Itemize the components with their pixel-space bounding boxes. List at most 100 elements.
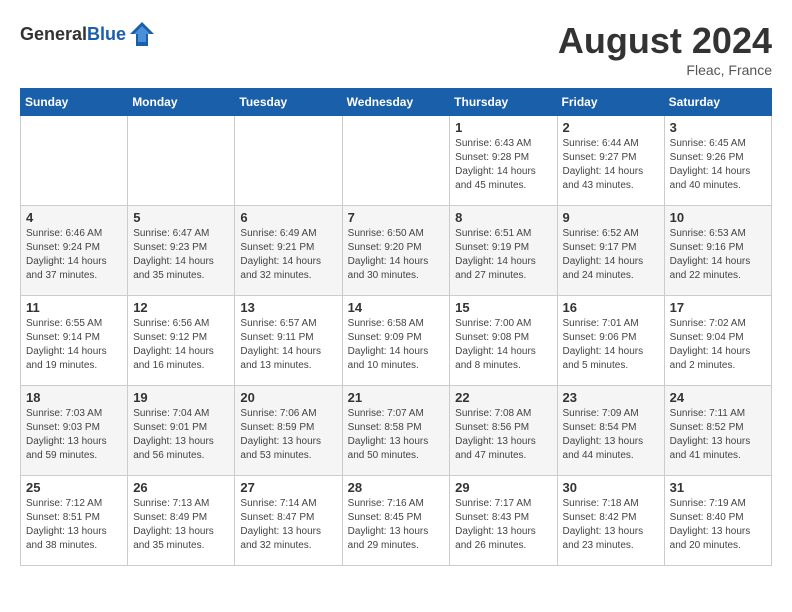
month-year-title: August 2024	[558, 20, 772, 62]
day-info: Sunrise: 7:19 AM Sunset: 8:40 PM Dayligh…	[670, 497, 766, 553]
day-number: 8	[455, 210, 551, 225]
day-number: 14	[348, 300, 445, 315]
table-row	[128, 116, 235, 206]
day-number: 10	[670, 210, 766, 225]
day-number: 30	[563, 480, 659, 495]
page-header: GeneralBlue August 2024 Fleac, France	[20, 20, 772, 78]
table-row: 18 Sunrise: 7:03 AM Sunset: 9:03 PM Dayli…	[21, 386, 128, 476]
day-info: Sunrise: 6:53 AM Sunset: 9:16 PM Dayligh…	[670, 227, 766, 283]
col-tuesday: Tuesday	[235, 89, 342, 116]
table-row: 17Sunrise: 7:02 AM Sunset: 9:04 PM Dayli…	[664, 296, 771, 386]
day-info: Sunrise: 7:04 AM Sunset: 9:01 PM Dayligh…	[133, 407, 229, 463]
table-row: 9 Sunrise: 6:52 AM Sunset: 9:17 PM Daylig…	[557, 206, 664, 296]
day-number: 18	[26, 390, 122, 405]
table-row: 23 Sunrise: 7:09 AM Sunset: 8:54 PM Dayli…	[557, 386, 664, 476]
day-number: 3	[670, 120, 766, 135]
day-number: 23	[563, 390, 659, 405]
day-number: 1	[455, 120, 551, 135]
day-number: 22	[455, 390, 551, 405]
title-area: August 2024 Fleac, France	[558, 20, 772, 78]
day-info: Sunrise: 6:46 AM Sunset: 9:24 PM Dayligh…	[26, 227, 122, 283]
table-row: 16 Sunrise: 7:01 AM Sunset: 9:06 PM Dayli…	[557, 296, 664, 386]
table-row: 2 Sunrise: 6:44 AM Sunset: 9:27 PM Daylig…	[557, 116, 664, 206]
logo: GeneralBlue	[20, 20, 156, 48]
day-info: Sunrise: 7:09 AM Sunset: 8:54 PM Dayligh…	[563, 407, 659, 463]
day-number: 11	[26, 300, 122, 315]
day-info: Sunrise: 7:02 AM Sunset: 9:04 PM Dayligh…	[670, 317, 766, 373]
day-number: 20	[240, 390, 336, 405]
day-number: 7	[348, 210, 445, 225]
table-row: 26 Sunrise: 7:13 AM Sunset: 8:49 PM Dayli…	[128, 476, 235, 566]
table-row: 1 Sunrise: 6:43 AM Sunset: 9:28 PM Daylig…	[450, 116, 557, 206]
calendar-week-2: 4Sunrise: 6:46 AM Sunset: 9:24 PM Daylig…	[21, 206, 772, 296]
table-row: 27Sunrise: 7:14 AM Sunset: 8:47 PM Dayli…	[235, 476, 342, 566]
table-row: 28 Sunrise: 7:16 AM Sunset: 8:45 PM Dayli…	[342, 476, 450, 566]
day-info: Sunrise: 7:12 AM Sunset: 8:51 PM Dayligh…	[26, 497, 122, 553]
day-number: 13	[240, 300, 336, 315]
table-row: 10 Sunrise: 6:53 AM Sunset: 9:16 PM Dayli…	[664, 206, 771, 296]
table-row: 22 Sunrise: 7:08 AM Sunset: 8:56 PM Dayli…	[450, 386, 557, 476]
day-info: Sunrise: 6:44 AM Sunset: 9:27 PM Dayligh…	[563, 137, 659, 193]
table-row: 30 Sunrise: 7:18 AM Sunset: 8:42 PM Dayli…	[557, 476, 664, 566]
table-row: 15Sunrise: 7:00 AM Sunset: 9:08 PM Dayli…	[450, 296, 557, 386]
day-info: Sunrise: 7:18 AM Sunset: 8:42 PM Dayligh…	[563, 497, 659, 553]
location-subtitle: Fleac, France	[558, 62, 772, 78]
table-row	[21, 116, 128, 206]
day-number: 29	[455, 480, 551, 495]
day-info: Sunrise: 7:08 AM Sunset: 8:56 PM Dayligh…	[455, 407, 551, 463]
logo-general-text: GeneralBlue	[20, 24, 126, 45]
calendar-week-3: 11 Sunrise: 6:55 AM Sunset: 9:14 PM Dayli…	[21, 296, 772, 386]
table-row: 13 Sunrise: 6:57 AM Sunset: 9:11 PM Dayli…	[235, 296, 342, 386]
table-row	[235, 116, 342, 206]
table-row: 3 Sunrise: 6:45 AM Sunset: 9:26 PM Daylig…	[664, 116, 771, 206]
table-row: 31 Sunrise: 7:19 AM Sunset: 8:40 PM Dayli…	[664, 476, 771, 566]
day-info: Sunrise: 6:49 AM Sunset: 9:21 PM Dayligh…	[240, 227, 336, 283]
day-number: 31	[670, 480, 766, 495]
day-info: Sunrise: 7:07 AM Sunset: 8:58 PM Dayligh…	[348, 407, 445, 463]
day-info: Sunrise: 6:56 AM Sunset: 9:12 PM Dayligh…	[133, 317, 229, 373]
table-row: 11 Sunrise: 6:55 AM Sunset: 9:14 PM Dayli…	[21, 296, 128, 386]
table-row: 4Sunrise: 6:46 AM Sunset: 9:24 PM Daylig…	[21, 206, 128, 296]
day-number: 9	[563, 210, 659, 225]
day-info: Sunrise: 7:14 AM Sunset: 8:47 PM Dayligh…	[240, 497, 336, 553]
day-info: Sunrise: 6:52 AM Sunset: 9:17 PM Dayligh…	[563, 227, 659, 283]
table-row: 6Sunrise: 6:49 AM Sunset: 9:21 PM Daylig…	[235, 206, 342, 296]
day-number: 24	[670, 390, 766, 405]
table-row: 19Sunrise: 7:04 AM Sunset: 9:01 PM Dayli…	[128, 386, 235, 476]
table-row: 12Sunrise: 6:56 AM Sunset: 9:12 PM Dayli…	[128, 296, 235, 386]
day-info: Sunrise: 6:50 AM Sunset: 9:20 PM Dayligh…	[348, 227, 445, 283]
day-number: 16	[563, 300, 659, 315]
col-sunday: Sunday	[21, 89, 128, 116]
col-saturday: Saturday	[664, 89, 771, 116]
day-info: Sunrise: 7:16 AM Sunset: 8:45 PM Dayligh…	[348, 497, 445, 553]
day-number: 15	[455, 300, 551, 315]
col-friday: Friday	[557, 89, 664, 116]
day-info: Sunrise: 7:17 AM Sunset: 8:43 PM Dayligh…	[455, 497, 551, 553]
calendar-table: Sunday Monday Tuesday Wednesday Thursday…	[20, 88, 772, 566]
table-row: 8 Sunrise: 6:51 AM Sunset: 9:19 PM Daylig…	[450, 206, 557, 296]
day-number: 21	[348, 390, 445, 405]
day-number: 25	[26, 480, 122, 495]
day-info: Sunrise: 7:03 AM Sunset: 9:03 PM Dayligh…	[26, 407, 122, 463]
day-info: Sunrise: 7:01 AM Sunset: 9:06 PM Dayligh…	[563, 317, 659, 373]
calendar-week-5: 25 Sunrise: 7:12 AM Sunset: 8:51 PM Dayli…	[21, 476, 772, 566]
day-info: Sunrise: 6:45 AM Sunset: 9:26 PM Dayligh…	[670, 137, 766, 193]
table-row: 29 Sunrise: 7:17 AM Sunset: 8:43 PM Dayli…	[450, 476, 557, 566]
logo-icon	[128, 20, 156, 48]
day-number: 26	[133, 480, 229, 495]
day-info: Sunrise: 6:51 AM Sunset: 9:19 PM Dayligh…	[455, 227, 551, 283]
day-info: Sunrise: 6:57 AM Sunset: 9:11 PM Dayligh…	[240, 317, 336, 373]
day-number: 28	[348, 480, 445, 495]
table-row: 7 Sunrise: 6:50 AM Sunset: 9:20 PM Daylig…	[342, 206, 450, 296]
calendar-week-4: 18 Sunrise: 7:03 AM Sunset: 9:03 PM Dayli…	[21, 386, 772, 476]
day-info: Sunrise: 7:13 AM Sunset: 8:49 PM Dayligh…	[133, 497, 229, 553]
day-info: Sunrise: 6:58 AM Sunset: 9:09 PM Dayligh…	[348, 317, 445, 373]
table-row	[342, 116, 450, 206]
day-info: Sunrise: 6:43 AM Sunset: 9:28 PM Dayligh…	[455, 137, 551, 193]
day-number: 2	[563, 120, 659, 135]
day-info: Sunrise: 6:55 AM Sunset: 9:14 PM Dayligh…	[26, 317, 122, 373]
calendar-header-row: Sunday Monday Tuesday Wednesday Thursday…	[21, 89, 772, 116]
day-info: Sunrise: 6:47 AM Sunset: 9:23 PM Dayligh…	[133, 227, 229, 283]
table-row: 21 Sunrise: 7:07 AM Sunset: 8:58 PM Dayli…	[342, 386, 450, 476]
col-monday: Monday	[128, 89, 235, 116]
